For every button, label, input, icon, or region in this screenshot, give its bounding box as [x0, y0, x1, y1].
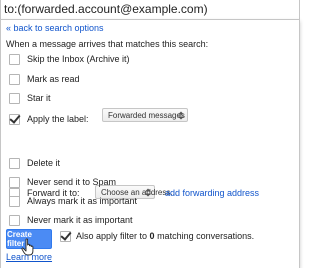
label-select-value: Forwarded messages: [108, 110, 185, 120]
option-label: Delete it: [27, 158, 61, 168]
checkbox-never-spam[interactable]: [9, 176, 20, 188]
option-label: Mark as read: [27, 74, 80, 84]
option-mark-as-read[interactable]: Mark as read: [9, 72, 80, 86]
search-query[interactable]: to:(forwarded.account@example.com): [4, 2, 208, 16]
option-apply-label[interactable]: Apply the label:: [9, 112, 89, 126]
checkbox-mark-as-read[interactable]: [9, 73, 20, 85]
option-never-important[interactable]: Never mark it as important: [9, 213, 133, 227]
add-forwarding-address-link[interactable]: add forwarding address: [165, 188, 259, 198]
also-apply-label: Also apply filter to 0 matching conversa…: [76, 231, 254, 241]
checkbox-never-important[interactable]: [9, 214, 20, 226]
checkbox-also-apply[interactable]: [60, 230, 71, 242]
updown-arrows-icon: [145, 188, 151, 197]
option-label: Never mark it as important: [27, 215, 133, 225]
checkbox-skip-inbox[interactable]: [9, 53, 20, 65]
option-label: Star it: [27, 93, 51, 103]
option-star-it[interactable]: Star it: [9, 91, 51, 105]
option-skip-inbox[interactable]: Skip the Inbox (Archive it): [9, 52, 130, 66]
search-bar[interactable]: to:(forwarded.account@example.com): [0, 0, 300, 20]
filter-intro-text: When a message arrives that matches this…: [6, 39, 209, 49]
option-label: Apply the label:: [27, 114, 89, 124]
option-label: Never send it to Spam: [27, 177, 117, 187]
checkbox-delete-it[interactable]: [9, 157, 20, 169]
checkbox-apply-label[interactable]: [9, 113, 20, 125]
checkbox-always-important[interactable]: [9, 195, 20, 207]
option-always-important[interactable]: Always mark it as important: [9, 194, 137, 208]
updown-arrows-icon: [178, 111, 184, 120]
also-apply-prefix: Also apply filter to: [76, 231, 150, 241]
also-apply-suffix: matching conversations.: [154, 231, 255, 241]
option-delete-it[interactable]: Delete it: [9, 156, 60, 170]
back-to-search-options-link[interactable]: « back to search options: [6, 23, 104, 33]
option-label: Skip the Inbox (Archive it): [27, 54, 130, 64]
label-select[interactable]: Forwarded messages: [102, 108, 188, 122]
learn-more-link[interactable]: Learn more: [6, 252, 52, 262]
option-label: Always mark it as important: [27, 196, 138, 206]
also-apply-row[interactable]: Also apply filter to 0 matching conversa…: [60, 229, 254, 243]
checkbox-star-it[interactable]: [9, 92, 20, 104]
option-never-spam[interactable]: Never send it to Spam: [9, 175, 116, 189]
